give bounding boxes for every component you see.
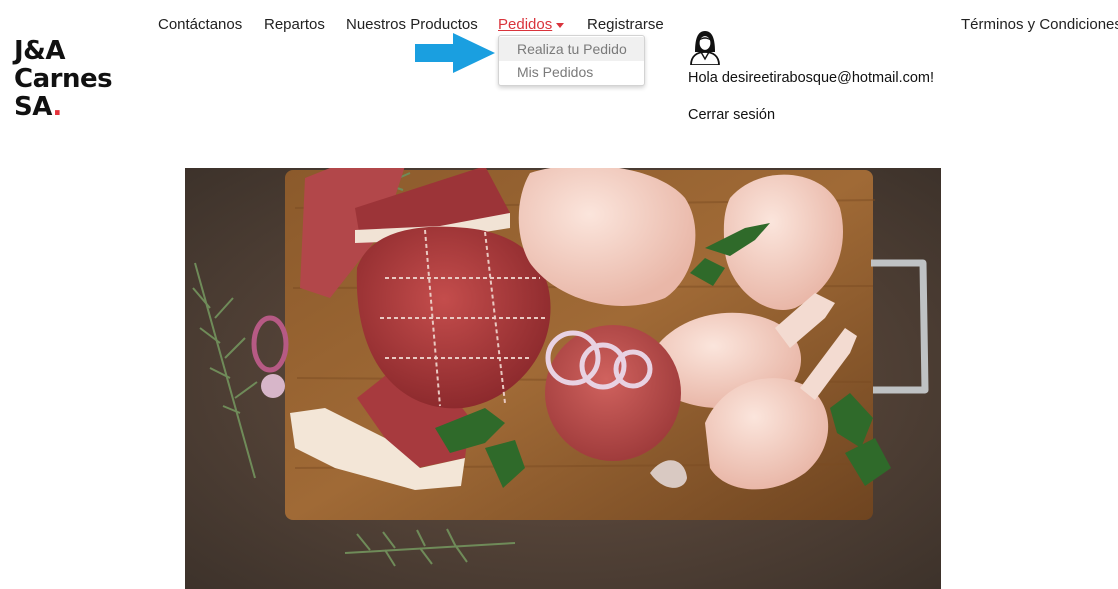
nav-products-link[interactable]: Nuestros Productos bbox=[346, 16, 478, 33]
logout-link[interactable]: Cerrar sesión bbox=[688, 107, 775, 123]
nav-register-link[interactable]: Registrarse bbox=[587, 16, 664, 33]
caret-down-icon bbox=[556, 22, 565, 28]
dropdown-item-my-orders[interactable]: Mis Pedidos bbox=[499, 60, 644, 84]
brand-name-line2: Carnes bbox=[14, 64, 113, 94]
user-greeting: Hola desireetirabosque@hotmail.com! bbox=[688, 70, 935, 86]
brand-name-line3: SA bbox=[14, 92, 53, 122]
meat-and-poultry-photo bbox=[185, 168, 941, 589]
nav-deliveries-link[interactable]: Repartos bbox=[264, 16, 325, 33]
brand-logo[interactable]: J&A Carnes SA. bbox=[14, 36, 113, 122]
brand-name-line1: J&A bbox=[14, 36, 65, 66]
dropdown-item-place-order[interactable]: Realiza tu Pedido bbox=[499, 37, 644, 61]
arrow-right-icon bbox=[415, 33, 495, 73]
nav-orders-label: Pedidos bbox=[498, 16, 553, 33]
nav-terms-link[interactable]: Términos y Condiciones bbox=[961, 16, 1118, 33]
nav-orders-dropdown-toggle[interactable]: Pedidos bbox=[498, 16, 565, 33]
user-avatar-icon bbox=[689, 28, 721, 65]
nav-contact-link[interactable]: Contáctanos bbox=[158, 16, 242, 33]
brand-dot: . bbox=[52, 92, 62, 122]
orders-dropdown-menu: Realiza tu Pedido Mis Pedidos bbox=[498, 35, 645, 86]
